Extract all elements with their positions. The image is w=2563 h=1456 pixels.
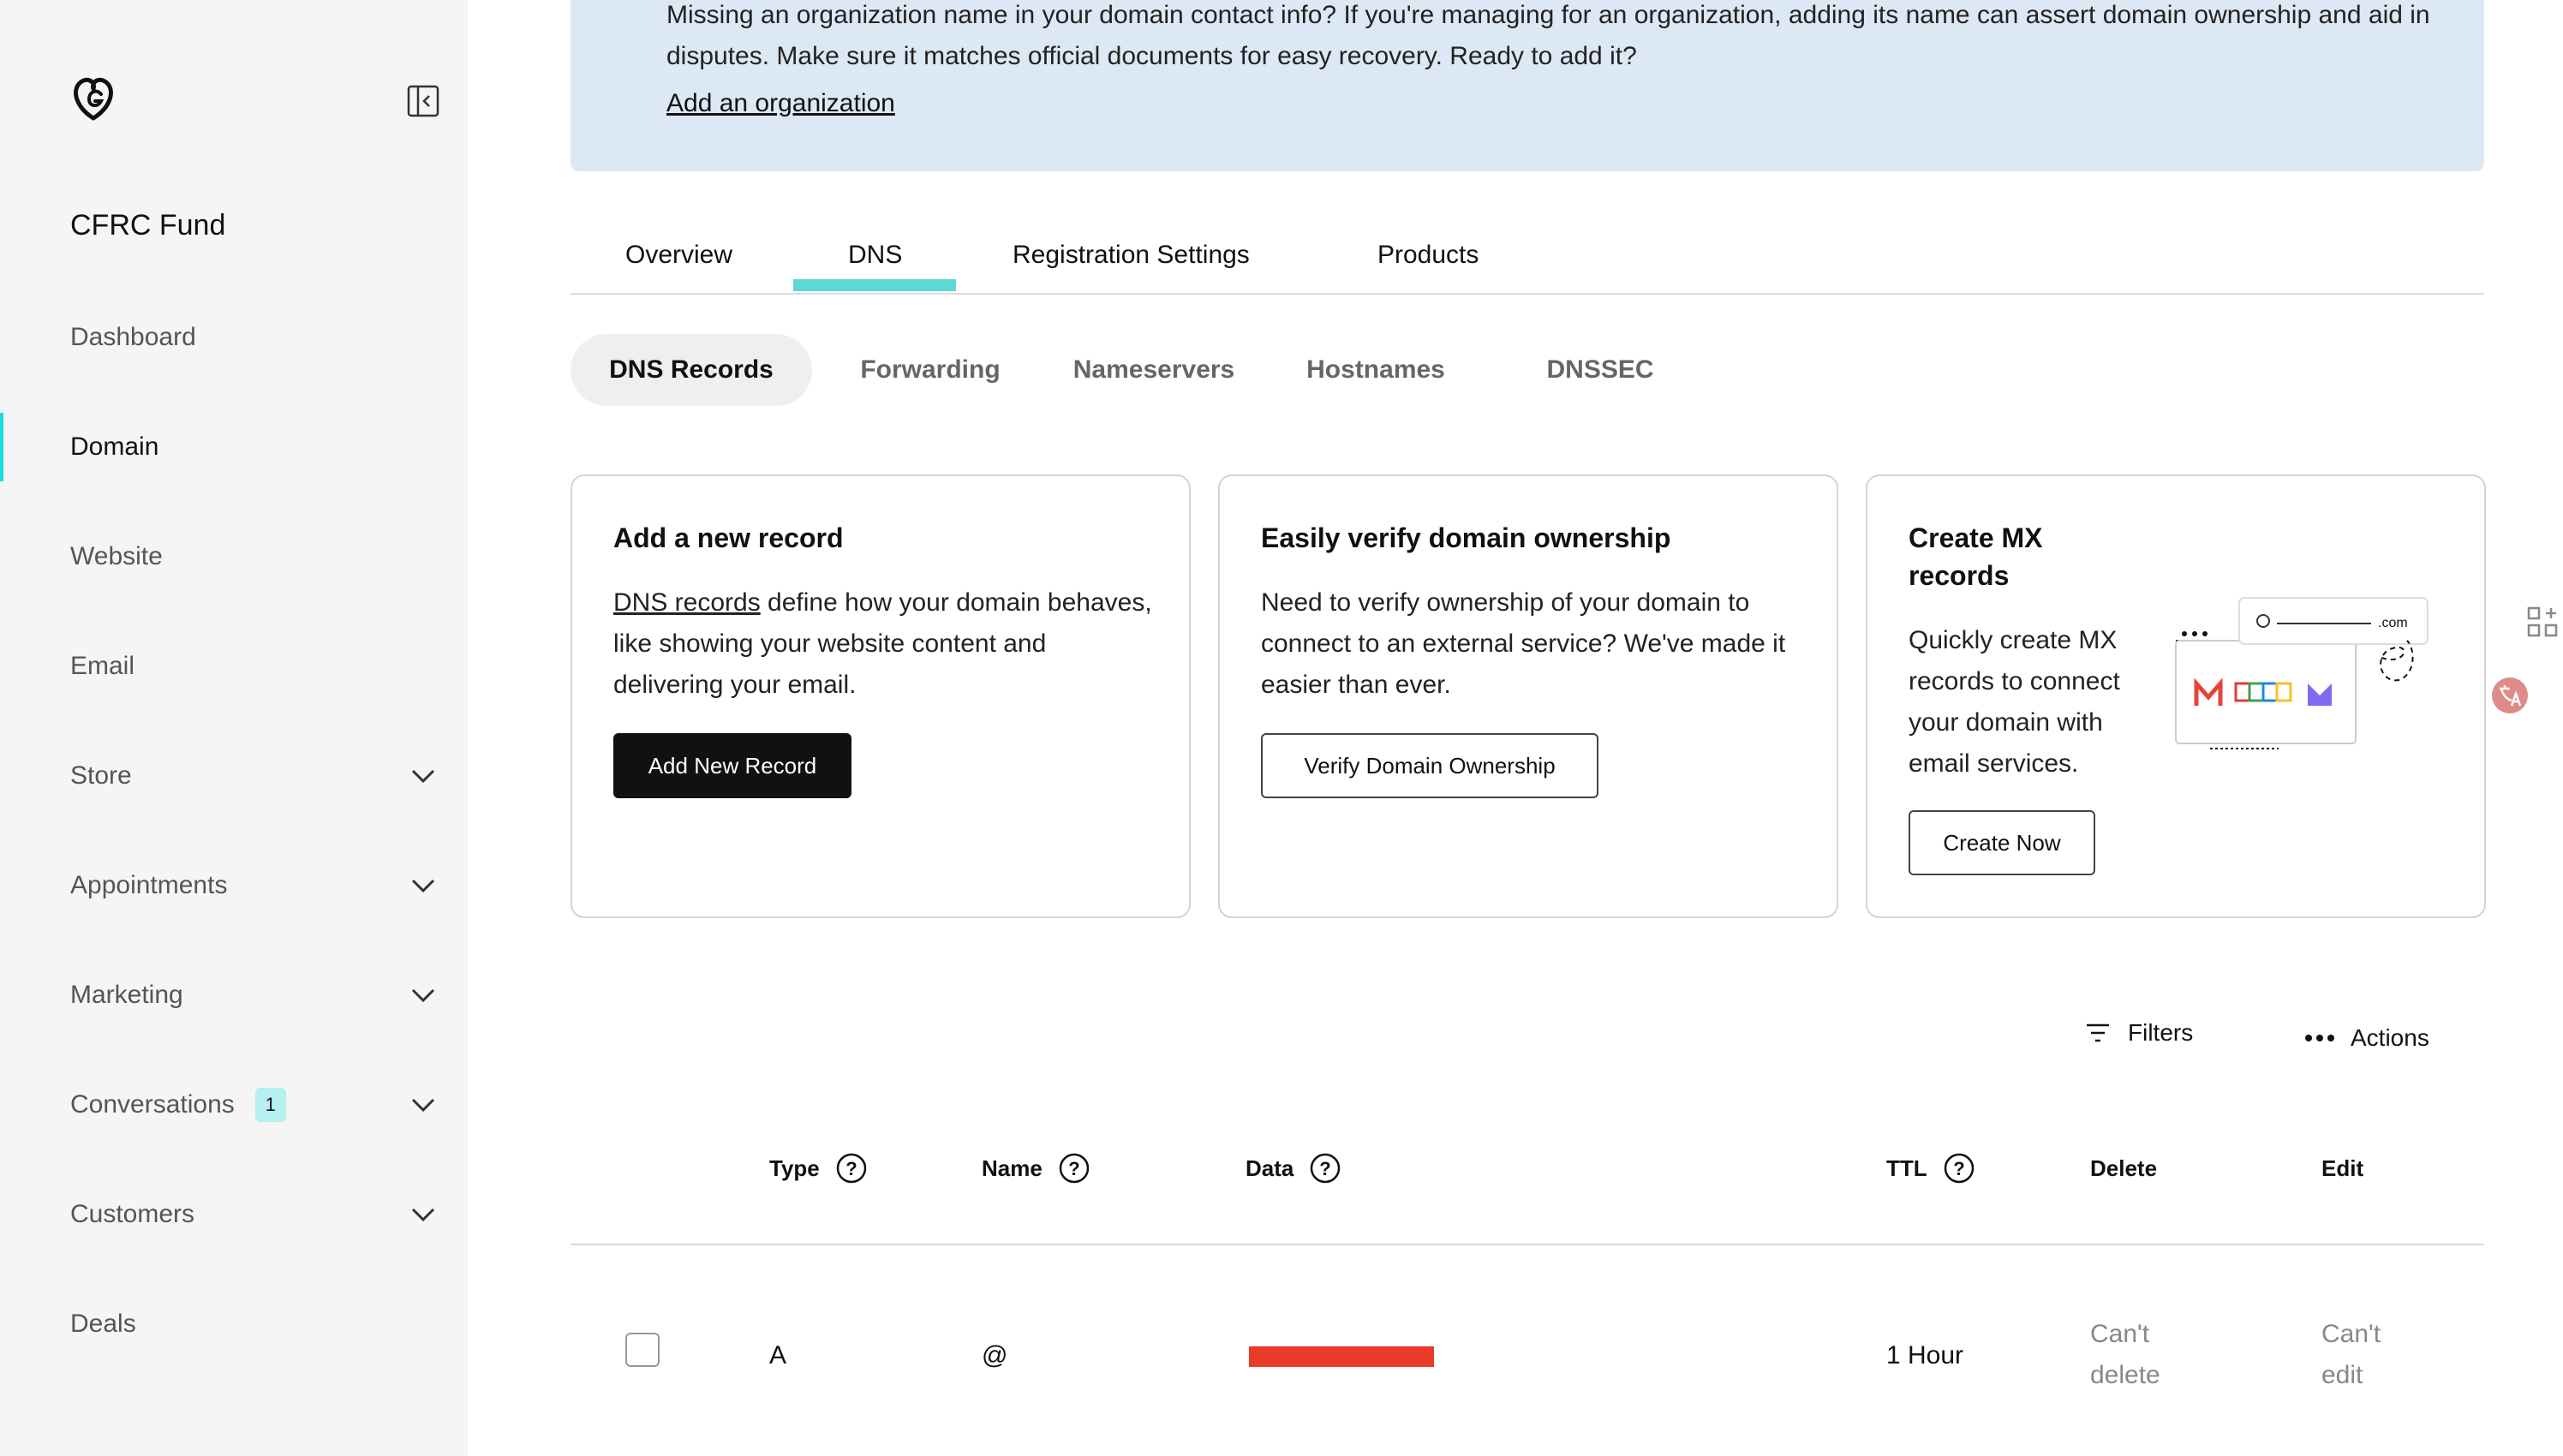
actions-label: Actions <box>2351 1024 2429 1051</box>
sidebar-item-appointments[interactable]: Appointments <box>0 851 468 920</box>
add-record-card: Add a new record DNS records define how … <box>571 474 1191 918</box>
card-title: Add a new record <box>613 522 844 553</box>
column-header-label: Name <box>982 1155 1043 1181</box>
filters-label: Filters <box>2128 1019 2194 1046</box>
cell-delete: Can't delete <box>2090 1320 2160 1389</box>
cell-type: A <box>769 1341 787 1369</box>
illustration-domain-text: .com <box>2378 616 2408 630</box>
subtab-nameservers[interactable]: Nameservers <box>1057 334 1251 406</box>
tab-dns[interactable]: DNS <box>848 230 902 281</box>
chevron-down-icon <box>411 1208 435 1222</box>
create-mx-card: Create MX records Quickly create MX reco… <box>1866 474 2486 918</box>
organization-banner: Missing an organization name in your dom… <box>571 0 2484 171</box>
account-name: CFRC Fund <box>70 209 226 242</box>
help-icon[interactable]: ? <box>835 1152 868 1184</box>
active-tab-indicator <box>793 279 956 291</box>
sidebar-item-domain[interactable]: Domain <box>0 413 468 481</box>
unread-count-badge: 1 <box>254 1088 286 1122</box>
banner-message: Missing an organization name in your dom… <box>666 1 2430 70</box>
column-header-ttl: TTL ? <box>1886 1151 1975 1185</box>
sidebar-item-label: Customers <box>70 1200 195 1228</box>
godaddy-logo-icon[interactable] <box>69 74 118 123</box>
sidebar-item-deals[interactable]: Deals <box>0 1290 468 1358</box>
verify-domain-ownership-button[interactable]: Verify Domain Ownership <box>1261 733 1598 798</box>
sidebar-item-email[interactable]: Email <box>0 632 468 701</box>
sidebar-item-conversations[interactable]: Conversations 1 <box>0 1071 468 1139</box>
svg-text:?: ? <box>845 1158 857 1179</box>
filter-icon <box>2087 1023 2109 1042</box>
subtab-dnssec[interactable]: DNSSEC <box>1532 334 1669 406</box>
svg-text:?: ? <box>1320 1158 1331 1179</box>
filters-button[interactable]: Filters <box>2083 1016 2193 1050</box>
help-icon[interactable]: ? <box>1309 1152 1341 1184</box>
add-new-record-button[interactable]: Add New Record <box>613 733 851 798</box>
card-description: Need to verify ownership of your domain … <box>1261 588 1786 699</box>
tab-registration-settings[interactable]: Registration Settings <box>1013 230 1250 281</box>
subtab-forwarding[interactable]: Forwarding <box>839 334 1021 406</box>
card-title: Create MX records <box>1909 522 2043 591</box>
sidebar-item-label: Email <box>70 652 135 680</box>
card-description: DNS records define how your domain behav… <box>613 582 1162 706</box>
cell-ttl: 1 Hour <box>1886 1341 1964 1369</box>
svg-text:?: ? <box>1068 1158 1079 1179</box>
sidebar-item-label: Domain <box>70 433 159 461</box>
sidebar-item-marketing[interactable]: Marketing <box>0 961 468 1029</box>
sidebar-item-label: Store <box>70 761 132 790</box>
subtab-hostnames[interactable]: Hostnames <box>1290 334 1461 406</box>
help-icon[interactable]: ? <box>1943 1152 1975 1184</box>
apps-grid-icon[interactable] <box>2525 605 2560 639</box>
dns-records-link[interactable]: DNS records <box>613 588 761 617</box>
chevron-down-icon <box>411 1098 435 1113</box>
sidebar-item-customers[interactable]: Customers <box>0 1180 468 1249</box>
create-now-button[interactable]: Create Now <box>1909 810 2095 875</box>
cell-data-redacted <box>1249 1346 1434 1367</box>
email-providers-illustration: .com <box>2175 597 2429 749</box>
cell-edit: Can't edit <box>2321 1320 2381 1389</box>
verify-ownership-card: Easily verify domain ownership Need to v… <box>1218 474 1838 918</box>
sidebar-item-label: Deals <box>70 1310 136 1338</box>
help-icon[interactable]: ? <box>1058 1152 1090 1184</box>
sidebar-item-label: Appointments <box>70 871 228 899</box>
column-header-label: TTL <box>1886 1155 1927 1181</box>
column-header-label: Delete <box>2090 1155 2158 1181</box>
column-header-edit: Edit <box>2321 1151 2363 1185</box>
tab-overview[interactable]: Overview <box>625 230 732 281</box>
sidebar-item-label: Dashboard <box>70 323 196 351</box>
collapse-sidebar-icon[interactable] <box>406 84 440 118</box>
column-header-name: Name ? <box>982 1151 1090 1185</box>
subtab-dns-records[interactable]: DNS Records <box>571 334 812 406</box>
tab-products[interactable]: Products <box>1377 230 1479 281</box>
add-organization-link[interactable]: Add an organization <box>666 89 895 118</box>
card-description: Quickly create MX records to connect you… <box>1909 626 2120 778</box>
sidebar-item-store[interactable]: Store <box>0 742 468 810</box>
sidebar-item-label: Conversations <box>70 1090 235 1119</box>
sidebar-item-dashboard[interactable]: Dashboard <box>0 303 468 372</box>
sidebar-item-label: Website <box>70 542 163 570</box>
chevron-down-icon <box>411 769 435 784</box>
table-header-divider <box>571 1244 2484 1245</box>
card-title: Easily verify domain ownership <box>1261 522 1671 553</box>
chevron-down-icon <box>411 988 435 1003</box>
column-header-label: Edit <box>2321 1155 2364 1181</box>
translate-icon[interactable] <box>2491 677 2529 714</box>
actions-button[interactable]: Actions <box>2304 1021 2429 1055</box>
column-header-delete: Delete <box>2090 1151 2157 1185</box>
cell-name: @ <box>982 1341 1008 1369</box>
column-header-type: Type ? <box>769 1151 868 1185</box>
column-header-label: Data <box>1246 1155 1294 1181</box>
sidebar-item-website[interactable]: Website <box>0 522 468 591</box>
column-header-data: Data ? <box>1246 1151 1341 1185</box>
row-select-checkbox[interactable] <box>625 1333 660 1367</box>
column-header-label: Type <box>769 1155 820 1181</box>
chevron-down-icon <box>411 879 435 893</box>
sidebar: CFRC Fund Dashboard Domain Website Email… <box>0 0 468 1456</box>
more-horizontal-icon <box>2305 1035 2334 1041</box>
sidebar-item-label: Marketing <box>70 981 183 1009</box>
svg-text:?: ? <box>1953 1158 1964 1179</box>
